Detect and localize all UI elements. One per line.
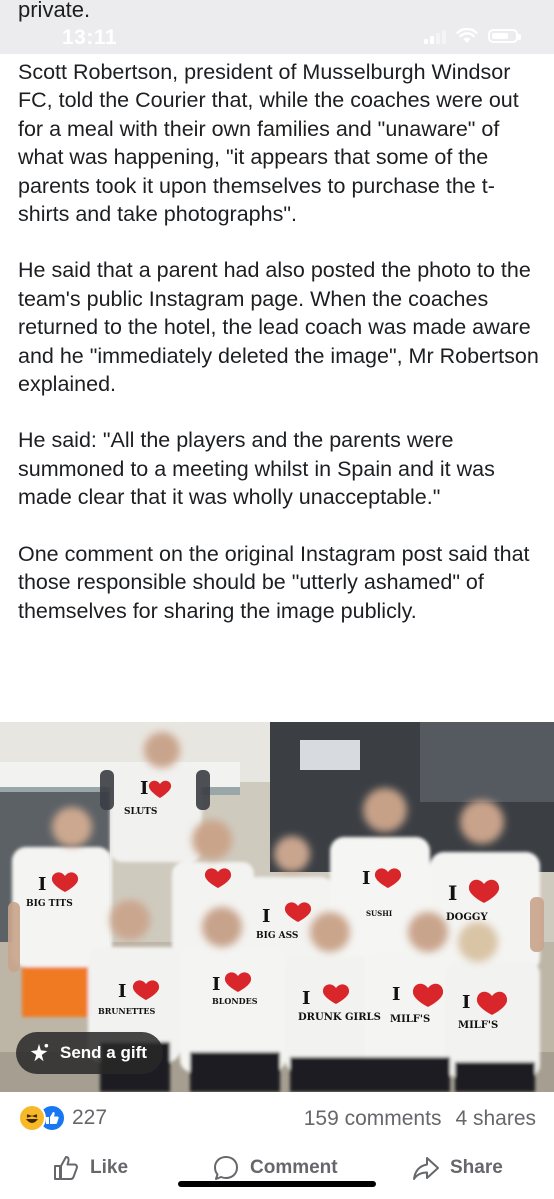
battery-icon <box>488 29 521 43</box>
shirt-letter: I <box>392 984 400 1005</box>
shirt-slogan: MILF'S <box>390 1014 430 1025</box>
wifi-icon <box>456 28 478 43</box>
shirt-letter: I <box>118 981 126 1002</box>
haha-reaction-icon <box>18 1104 46 1132</box>
shirt-slogan: MILF'S <box>458 1020 498 1031</box>
status-bar: private. 13:11 <box>0 0 554 54</box>
share-label: Share <box>450 1157 503 1178</box>
comment-bubble-icon <box>214 1156 238 1180</box>
clipped-article-text: private. <box>18 0 91 22</box>
share-arrow-icon <box>413 1157 439 1180</box>
shirt-letter: I <box>262 906 270 927</box>
home-indicator[interactable] <box>178 1181 376 1187</box>
like-label: Like <box>90 1157 129 1178</box>
comment-button[interactable]: Comment <box>212 1154 338 1182</box>
engagement-counts: 159 comments 4 shares <box>304 1107 536 1131</box>
send-gift-button[interactable]: Send a gift <box>16 1032 163 1074</box>
reaction-summary[interactable]: 227 <box>18 1104 107 1132</box>
gift-sparkle-icon <box>30 1043 49 1062</box>
shares-count[interactable]: 4 shares <box>455 1107 536 1131</box>
shirt-slogan: SUSHI <box>366 909 392 918</box>
cellular-signal-icon <box>424 28 446 44</box>
article-paragraph: He said that a parent had also posted th… <box>18 258 539 397</box>
shirt-letter: I <box>448 881 457 905</box>
shirt-letter: I <box>362 868 370 889</box>
shirt-letter: I <box>212 974 220 995</box>
shirt-slogan: DOGGY <box>446 912 488 923</box>
shirt-slogan: BIG TITS <box>26 899 73 909</box>
comment-label: Comment <box>250 1157 338 1178</box>
article-paragraph: One comment on the original Instagram po… <box>18 541 530 623</box>
post-photo[interactable]: I SLUTS I BIG TITS I BRUNETTES I BLONDES… <box>0 722 554 1092</box>
thumbs-up-icon <box>54 1156 78 1180</box>
shirt-letter: I <box>462 992 470 1013</box>
article-body: Scott Robertson, president of Musselburg… <box>18 58 544 653</box>
status-time: 13:11 <box>62 26 118 49</box>
article-paragraph: Scott Robertson, president of Musselburg… <box>18 60 519 227</box>
send-gift-label: Send a gift <box>60 1043 147 1062</box>
status-icons <box>424 28 521 44</box>
shirt-letter: I <box>302 988 310 1009</box>
shirt-slogan: BIG ASS <box>256 931 298 941</box>
shirt-slogan: BRUNETTES <box>98 1006 156 1016</box>
like-button[interactable]: Like <box>52 1154 128 1182</box>
share-button[interactable]: Share <box>412 1154 503 1182</box>
shirt-slogan: DRUNK GIRLS <box>298 1012 381 1023</box>
shirt-letter: I <box>140 778 148 799</box>
comments-count[interactable]: 159 comments <box>304 1107 442 1131</box>
shirt-letter: I <box>38 874 46 895</box>
shirt-slogan: BLONDES <box>212 996 258 1006</box>
article-paragraph: He said: "All the players and the parent… <box>18 428 495 510</box>
reaction-count: 227 <box>72 1106 108 1129</box>
shirt-slogan: SLUTS <box>124 807 157 817</box>
